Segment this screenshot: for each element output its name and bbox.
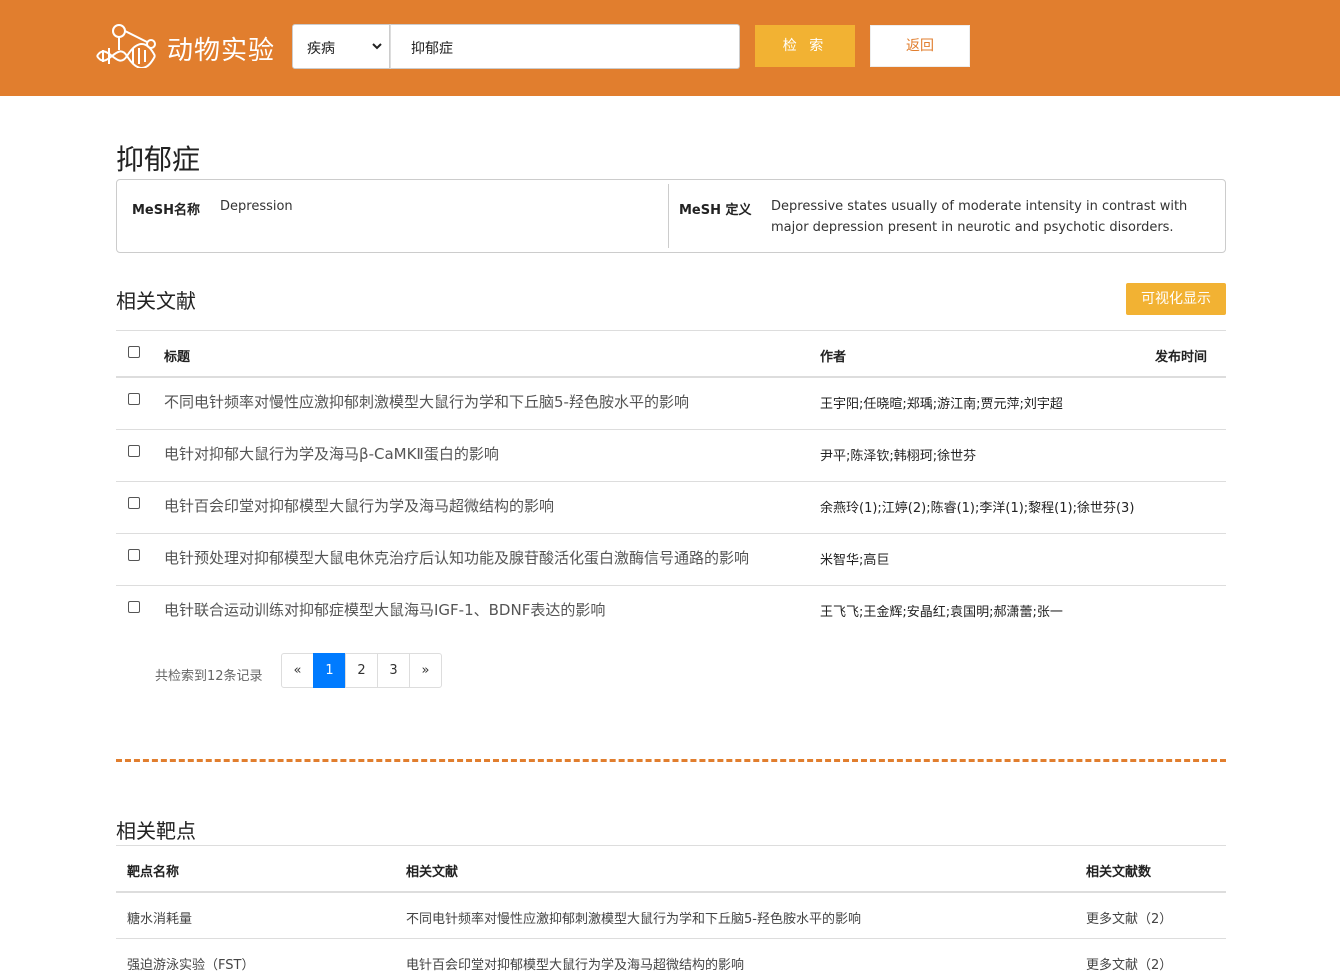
pagination-next[interactable]: »	[409, 653, 442, 688]
targets-section-title: 相关靶点	[116, 819, 196, 843]
top-bar: 动物实验 疾病 抑郁症 检 索 返回	[0, 0, 1340, 96]
search-input[interactable]: 抑郁症	[390, 24, 740, 69]
literature-author: 王飞飞;王金辉;安晶红;袁国明;郝潇蕾;张一	[820, 605, 1063, 620]
search-type-select[interactable]: 疾病	[292, 24, 390, 69]
row-divider	[116, 429, 1226, 430]
back-button[interactable]: 返回	[870, 25, 970, 67]
column-header-literature-count: 相关文献数	[1086, 865, 1152, 880]
search-input-value: 抑郁症	[411, 41, 453, 57]
literature-author: 尹平;陈泽钦;韩栩珂;徐世芬	[820, 449, 977, 464]
column-header-target-name: 靶点名称	[127, 865, 180, 880]
mesh-def-value: Depressive states usually of moderate in…	[771, 199, 1188, 235]
mesh-def-label: MeSH 定义	[679, 203, 752, 218]
total-records-text: 共检索到12条记录	[155, 669, 263, 684]
pagination-page[interactable]: 2	[345, 653, 378, 688]
more-literature-link[interactable]: 更多文献（2）	[1086, 954, 1172, 973]
pagination-page[interactable]: 1	[313, 653, 346, 688]
row-divider	[116, 938, 1226, 939]
mesh-name-value: Depression	[220, 199, 293, 214]
row-checkbox[interactable]	[128, 601, 140, 613]
target-name: 强迫游泳实验（FST）	[127, 958, 255, 973]
row-divider	[116, 533, 1226, 534]
column-header-title: 标题	[164, 350, 191, 365]
literature-author: 米智华;高巨	[820, 553, 890, 568]
target-name: 糖水消耗量	[127, 912, 193, 927]
row-divider	[116, 585, 1226, 586]
literature-title-link[interactable]: 电针百会印堂对抑郁模型大鼠行为学及海马超微结构的影响	[164, 495, 554, 516]
mesh-divider	[668, 184, 669, 248]
dna-microscope-logo-icon[interactable]	[95, 22, 157, 68]
visualize-button[interactable]: 可视化显示	[1126, 283, 1226, 315]
table-top-border	[116, 330, 1226, 331]
literature-author: 王宇阳;任晓暄;郑瑀;游江南;贾元萍;刘宇超	[820, 397, 1063, 412]
section-divider	[116, 759, 1226, 762]
search-type-value: 疾病	[307, 41, 335, 57]
pagination: « 1 2 3 »	[281, 653, 442, 688]
pagination-prev[interactable]: «	[281, 653, 314, 688]
pagination-page[interactable]: 3	[377, 653, 410, 688]
target-literature-link[interactable]: 不同电针频率对慢性应激抑郁刺激模型大鼠行为学和下丘脑5-羟色胺水平的影响	[406, 908, 861, 927]
more-literature-link[interactable]: 更多文献（2）	[1086, 908, 1172, 927]
literature-title-link[interactable]: 电针联合运动训练对抑郁症模型大鼠海马IGF-1、BDNF表达的影响	[164, 599, 605, 620]
column-header-date: 发布时间	[1155, 350, 1208, 365]
targets-table-top-border	[116, 845, 1226, 846]
row-divider	[116, 481, 1226, 482]
row-checkbox[interactable]	[128, 497, 140, 509]
table-header-border	[116, 376, 1226, 378]
targets-header-border	[116, 891, 1226, 893]
mesh-name-label: MeSH名称	[132, 203, 200, 218]
select-all-checkbox[interactable]	[128, 346, 140, 358]
mesh-info-box: MeSH名称 Depression MeSH 定义 Depressive sta…	[116, 179, 1226, 253]
literature-title-link[interactable]: 不同电针频率对慢性应激抑郁刺激模型大鼠行为学和下丘脑5-羟色胺水平的影响	[164, 391, 689, 412]
row-checkbox[interactable]	[128, 549, 140, 561]
target-literature-link[interactable]: 电针百会印堂对抑郁模型大鼠行为学及海马超微结构的影响	[406, 954, 744, 973]
row-checkbox[interactable]	[128, 393, 140, 405]
column-header-related-literature: 相关文献	[406, 865, 459, 880]
literature-title-link[interactable]: 电针对抑郁大鼠行为学及海马β-CaMKⅡ蛋白的影响	[164, 443, 499, 464]
chevron-down-icon	[372, 43, 382, 50]
row-checkbox[interactable]	[128, 445, 140, 457]
page-title: 抑郁症	[116, 143, 201, 176]
column-header-author: 作者	[820, 350, 847, 365]
literature-title-link[interactable]: 电针预处理对抑郁模型大鼠电休克治疗后认知功能及腺苷酸活化蛋白激酶信号通路的影响	[164, 547, 749, 568]
literature-author: 余燕玲(1);江婷(2);陈睿(1);李洋(1);黎程(1);徐世芬(3)	[820, 501, 1135, 516]
search-button[interactable]: 检 索	[755, 25, 855, 67]
literature-section-title: 相关文献	[116, 289, 196, 313]
brand-title: 动物实验	[167, 36, 276, 66]
